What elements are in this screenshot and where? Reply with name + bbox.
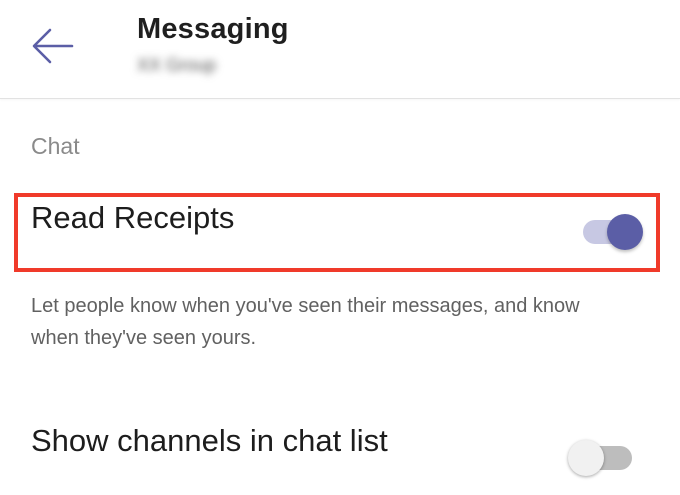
arrow-left-icon [32,28,74,64]
show-channels-label: Show channels in chat list [31,423,388,458]
highlight-annotation-box [14,193,660,272]
page-subtitle: XX Group [137,55,217,75]
show-channels-toggle[interactable] [568,440,632,476]
page-title: Messaging [137,13,289,45]
back-button[interactable] [28,24,76,72]
section-header-chat: Chat [31,133,80,159]
app-header: Messaging XX Group [0,0,680,99]
messaging-settings-screen: Messaging XX Group Chat Read Receipts Le… [0,0,680,495]
read-receipts-description: Let people know when you've seen their m… [31,295,580,349]
toggle-knob [568,440,604,476]
